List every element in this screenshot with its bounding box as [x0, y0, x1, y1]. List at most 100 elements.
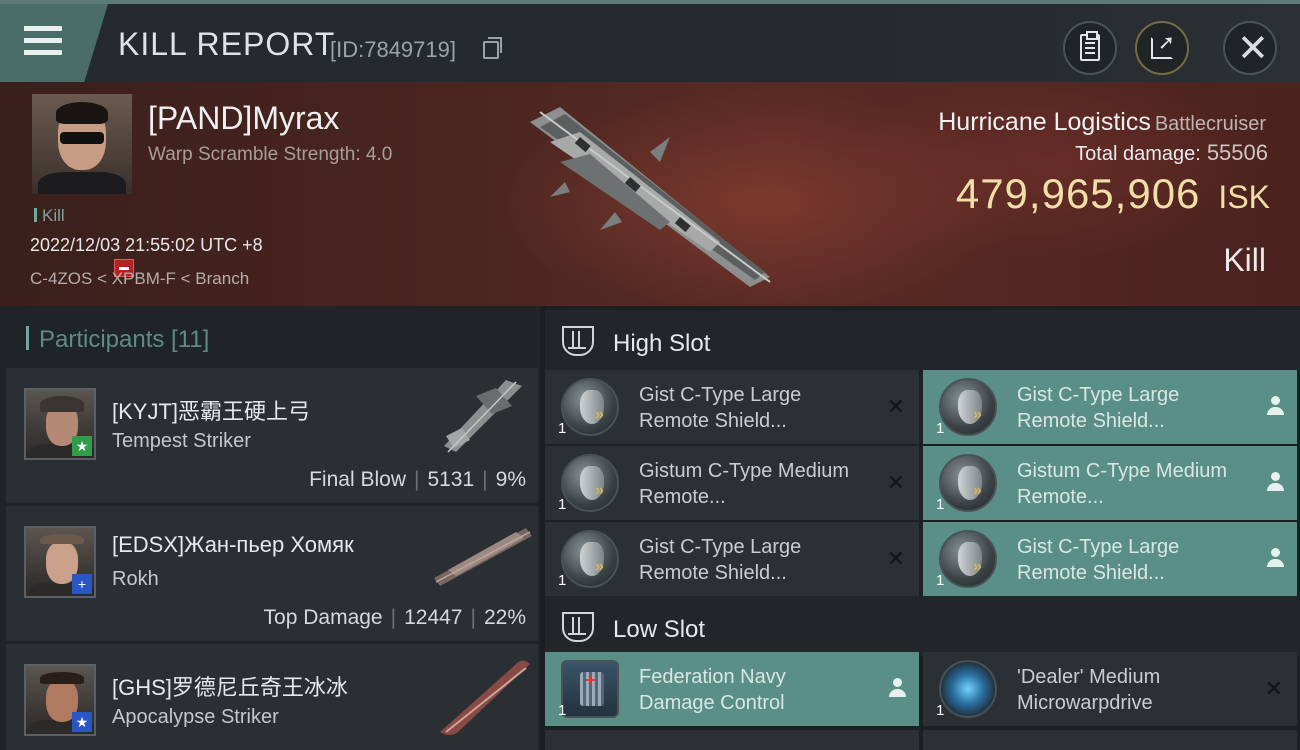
victim-name[interactable]: [PAND]Myrax	[148, 100, 339, 137]
kill-location: C-4ZOS < XPBM-F < Branch	[30, 269, 250, 288]
module-name: Gist C-Type Large Remote Shield...	[639, 384, 802, 432]
participant-percent: 22%	[483, 606, 526, 629]
total-damage-label: Total damage:	[1075, 143, 1201, 165]
clipboard-icon	[1080, 31, 1100, 61]
module-item[interactable]: » 1 Gistum C-Type Medium Remote... ✕	[545, 446, 919, 520]
shield-booster-icon: »	[561, 530, 619, 588]
participant-row[interactable]: ★ [GHS]罗德尼丘奇王冰冰 Apocalypse Striker	[6, 644, 538, 750]
participant-ship-image	[440, 660, 530, 735]
participant-role: Final Blow	[309, 468, 406, 491]
report-id: [ID:7849719]	[330, 37, 456, 62]
module-name: Gist C-Type Large Remote Shield...	[1017, 384, 1180, 432]
participant-damage: 12447	[404, 606, 463, 629]
victim-panel: [PAND]Myrax Warp Scramble Strength: 4.0 …	[0, 82, 1300, 306]
close-icon: ✕	[1237, 28, 1269, 70]
page-title: KILL REPORT	[118, 26, 336, 62]
module-item[interactable]: » 1 Gist C-Type Large Remote Shield... ✕	[545, 522, 919, 596]
module-item[interactable]: 1 'Dealer' Medium Microwarpdrive ✕	[923, 652, 1297, 726]
module-qty: 1	[558, 702, 567, 719]
shield-booster-icon: »	[939, 530, 997, 588]
module-item[interactable]: » 1 Gist C-Type Large Remote Shield...	[923, 522, 1297, 596]
high-slot-label: High Slot	[613, 330, 711, 357]
participant-ship-image	[434, 528, 532, 586]
dropped-person-icon	[889, 678, 906, 698]
module-qty: 1	[936, 420, 945, 437]
module-item[interactable]	[545, 730, 919, 750]
standing-star-icon: ★	[72, 436, 92, 456]
dropped-person-icon	[1267, 472, 1284, 492]
result-tag: Kill	[34, 206, 65, 226]
participant-row[interactable]: ★ [KYJT]恶霸王硬上弓 Tempest Striker Final Blo…	[6, 368, 538, 503]
microwarpdrive-icon	[939, 660, 997, 718]
module-name: Gist C-Type Large Remote Shield...	[639, 536, 802, 584]
close-button[interactable]: ✕	[1223, 21, 1277, 75]
module-name: 'Dealer' Medium Microwarpdrive	[1017, 666, 1161, 714]
participant-stats: Final Blow | 5131 | 9%	[309, 468, 526, 491]
low-slot-icon	[562, 612, 594, 642]
menu-icon	[24, 26, 62, 56]
kill-datetime: 2022/12/03 21:55:02 UTC +8	[30, 235, 263, 255]
module-name: Federation Navy Damage Control	[639, 666, 786, 714]
share-icon	[1151, 30, 1175, 59]
menu-button[interactable]	[0, 4, 108, 82]
module-item[interactable]: » 1 Gist C-Type Large Remote Shield...	[923, 370, 1297, 444]
module-qty: 1	[558, 420, 567, 437]
header-bar: KILL REPORT [ID:7849719] ✕	[0, 0, 1300, 82]
module-item[interactable]: » 1 Gistum C-Type Medium Remote...	[923, 446, 1297, 520]
clipboard-button[interactable]	[1063, 21, 1117, 75]
participant-ship: Apocalypse Striker	[112, 706, 279, 728]
shield-booster-icon: »	[561, 378, 619, 436]
victim-ship-render	[530, 107, 771, 287]
low-slot-header: Low Slot	[545, 596, 1300, 656]
victim-ship[interactable]: Hurricane Logistics Battlecruiser	[938, 108, 1266, 137]
victim-portrait[interactable]	[32, 94, 132, 194]
high-slot-header: High Slot	[545, 310, 1300, 370]
participants-title: Participants [11]	[26, 326, 209, 354]
low-slot-label: Low Slot	[613, 616, 706, 643]
victim-ship-class: Battlecruiser	[1154, 113, 1266, 135]
participant-percent: 9%	[495, 468, 526, 491]
participant-role: Top Damage	[263, 606, 383, 629]
module-qty: 1	[936, 702, 945, 719]
participant-name: [KYJT]恶霸王硬上弓	[112, 399, 311, 424]
dropped-person-icon	[1267, 396, 1284, 416]
module-name: Gistum C-Type Medium Remote...	[639, 460, 850, 508]
dropped-person-icon	[1267, 548, 1284, 568]
module-qty: 1	[936, 572, 945, 589]
share-button[interactable]	[1135, 21, 1189, 75]
module-item[interactable]: » 1 Gist C-Type Large Remote Shield... ✕	[545, 370, 919, 444]
total-damage-value: 55506	[1206, 140, 1268, 165]
participants-panel: Participants [11] ★ [KYJT]恶霸王硬上弓 Tempest…	[0, 306, 540, 750]
standing-plus-icon: +	[72, 574, 92, 594]
isk-amount: 479,965,906	[955, 170, 1201, 217]
module-qty: 1	[558, 496, 567, 513]
shield-booster-icon: »	[561, 454, 619, 512]
participant-ship-image	[444, 380, 522, 453]
standing-star-icon: ★	[72, 712, 92, 732]
module-name: Gistum C-Type Medium Remote...	[1017, 460, 1228, 508]
isk-unit: ISK	[1218, 179, 1270, 215]
destroyed-icon: ✕	[886, 394, 905, 419]
module-item[interactable]: + 1 Federation Navy Damage Control	[545, 652, 919, 726]
participant-damage: 5131	[427, 468, 475, 491]
shield-booster-icon: »	[939, 378, 997, 436]
high-slot-icon	[562, 326, 594, 356]
participant-ship: Rokh	[112, 568, 159, 590]
module-qty: 1	[558, 572, 567, 589]
destroyed-icon: ✕	[1264, 676, 1283, 701]
victim-detail: Warp Scramble Strength: 4.0	[148, 144, 393, 165]
fitting-panel: High Slot » 1 Gist C-Type Large Remote S…	[545, 306, 1300, 750]
participant-name: [GHS]罗德尼丘奇王冰冰	[112, 675, 348, 700]
copy-icon[interactable]	[483, 37, 502, 59]
module-item[interactable]	[923, 730, 1297, 750]
damage-control-icon: +	[561, 660, 619, 718]
isk-value: 479,965,906 ISK	[956, 170, 1270, 218]
destroyed-icon: ✕	[886, 470, 905, 495]
destroyed-icon: ✕	[886, 546, 905, 571]
participant-row[interactable]: + [EDSX]Жан-пьер Хомяк Rokh Top Damage | 1…	[6, 506, 538, 641]
module-name: Gist C-Type Large Remote Shield...	[1017, 536, 1180, 584]
participant-stats: Top Damage | 12447 | 22%	[263, 606, 526, 629]
module-qty: 1	[936, 496, 945, 513]
shield-booster-icon: »	[939, 454, 997, 512]
total-damage: Total damage: 55506	[1075, 140, 1268, 166]
